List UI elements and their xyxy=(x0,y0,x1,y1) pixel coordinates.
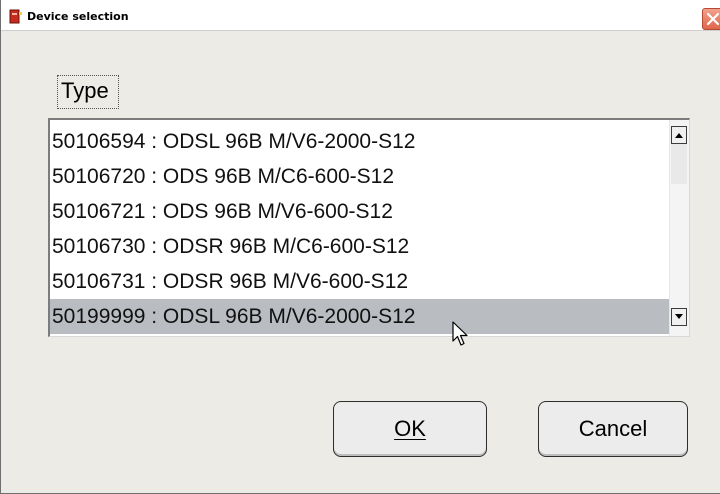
device-type-listbox[interactable]: 50106594 : ODSL 96B M/V6-2000-S12 501067… xyxy=(48,118,690,337)
scroll-up-arrow-icon xyxy=(675,133,683,138)
title-bar[interactable]: Device selection xyxy=(1,0,720,31)
cancel-button-label: Cancel xyxy=(578,416,648,441)
list-item[interactable]: 50106594 : ODSL 96B M/V6-2000-S12 xyxy=(50,124,670,159)
vertical-scrollbar[interactable] xyxy=(669,120,689,336)
scroll-thumb[interactable] xyxy=(671,144,687,184)
scroll-down-button[interactable] xyxy=(671,308,687,326)
app-icon xyxy=(9,9,22,24)
list-item[interactable]: 50106730 : ODSR 96B M/C6-600-S12 xyxy=(50,229,670,264)
device-selection-dialog: Device selection Type 50106594 : ODSL 96… xyxy=(0,0,720,494)
close-button[interactable] xyxy=(702,8,720,30)
ok-button[interactable]: OK xyxy=(333,401,487,457)
device-type-list: 50106594 : ODSL 96B M/V6-2000-S12 501067… xyxy=(50,124,670,334)
list-item[interactable]: 50106721 : ODS 96B M/V6-600-S12 xyxy=(50,194,670,229)
close-icon xyxy=(706,12,720,26)
mouse-pointer-icon xyxy=(452,321,468,346)
cancel-button[interactable]: Cancel xyxy=(538,401,688,457)
ok-button-label: OK xyxy=(394,416,426,441)
scroll-down-arrow-icon xyxy=(675,314,683,319)
scroll-up-button[interactable] xyxy=(671,126,687,144)
type-label: Type xyxy=(57,75,119,109)
window-title: Device selection xyxy=(27,10,129,23)
list-item-selected[interactable]: 50199999 : ODSL 96B M/V6-2000-S12 xyxy=(50,299,670,334)
list-item[interactable]: 50106731 : ODSR 96B M/V6-600-S12 xyxy=(50,264,670,299)
list-item[interactable]: 50106720 : ODS 96B M/C6-600-S12 xyxy=(50,159,670,194)
